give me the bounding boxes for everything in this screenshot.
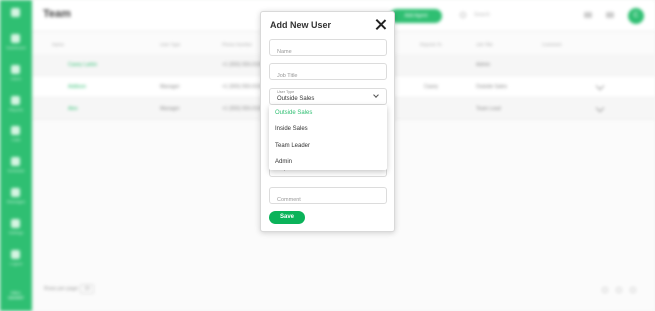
add-user-modal: Add New User User Type Outside Sales Out… <box>260 11 395 232</box>
schedule-icon <box>11 157 20 166</box>
sidebar-item-calls[interactable]: Calls <box>0 124 32 146</box>
dashboard-icon <box>11 34 20 43</box>
sidebar-item-dashboard[interactable] <box>0 6 32 28</box>
sidebar-item-reports[interactable]: Reports <box>0 94 32 116</box>
sidebar-item-users[interactable]: Users <box>0 63 32 85</box>
edit-icon[interactable] <box>595 103 605 113</box>
option-team-leader[interactable]: Team Leader <box>269 138 387 154</box>
page-title: Team <box>43 8 71 20</box>
sidebar-item-label: Schedule <box>7 168 25 173</box>
comment-field[interactable] <box>269 187 387 208</box>
row-job-title: Team Lead <box>476 106 501 112</box>
column-header[interactable]: Phone Number <box>222 42 252 47</box>
next-page-icon[interactable] <box>630 287 636 293</box>
row-job-title: Outside Sales <box>476 84 508 90</box>
modal-title: Add New User <box>270 20 332 30</box>
option-outside-sales[interactable]: Outside Sales <box>269 105 387 121</box>
row-phone: +1 (555) 555-0101 <box>222 84 264 90</box>
sidebar-item-settings[interactable]: Settings <box>0 217 32 239</box>
sidebar-item-label: Logout <box>9 261 23 266</box>
prev-page-icon[interactable] <box>616 287 622 293</box>
bell-icon[interactable] <box>606 12 614 18</box>
row-phone: +1 (555) 555-0102 <box>222 106 264 112</box>
dashboard-icon <box>11 8 20 17</box>
search-input[interactable]: Search <box>474 12 490 18</box>
row-reports-to: Casey <box>424 84 439 90</box>
user-type-label: User Type <box>277 90 295 94</box>
row-job-title: Admin <box>476 62 491 68</box>
column-header: Comment <box>542 42 562 47</box>
comment-input[interactable] <box>270 192 386 208</box>
sidebar-item-label: Messages <box>6 199 26 204</box>
close-icon[interactable] <box>375 19 386 30</box>
row-name[interactable]: Alex <box>68 106 78 112</box>
grid-icon[interactable] <box>584 12 592 18</box>
messages-icon <box>11 188 20 197</box>
edit-icon[interactable] <box>595 81 605 91</box>
column-header[interactable]: Name <box>52 42 64 47</box>
option-admin[interactable]: Admin <box>269 154 387 170</box>
rows-per-page-select[interactable]: 10 <box>80 284 94 294</box>
option-inside-sales[interactable]: Inside Sales <box>269 121 387 137</box>
job-title-field[interactable] <box>269 63 387 84</box>
search-icon <box>460 12 466 18</box>
rows-per-page-label: Rows per page: <box>44 286 80 292</box>
user-type-value: Outside Sales <box>277 96 315 102</box>
chevron-down-icon[interactable] <box>373 92 379 98</box>
user-type-dropdown: Outside Sales Inside Sales Team Leader A… <box>269 105 387 170</box>
sidebar-item-schedule[interactable]: Schedule <box>0 155 32 177</box>
name-field[interactable] <box>269 39 387 60</box>
column-header[interactable]: Job Title <box>476 42 493 47</box>
row-name[interactable]: Casey Larkin <box>68 62 97 68</box>
sidebar-item-label: Calls <box>11 137 21 142</box>
first-page-icon[interactable] <box>602 287 608 293</box>
avatar[interactable]: C <box>628 8 644 24</box>
sidebar-item-label: Dashboard <box>6 45 26 50</box>
reports-icon <box>11 96 20 105</box>
sidebar-item-label: Settings <box>8 230 24 235</box>
sidebar-item-logout[interactable]: Logout <box>0 248 32 270</box>
row-phone: +1 (555) 555-0100 <box>222 62 264 68</box>
name-input[interactable] <box>270 44 386 60</box>
column-header[interactable]: User Type <box>160 42 180 47</box>
user-type-select[interactable]: User Type Outside Sales <box>269 88 387 105</box>
sidebar: Dashboard Users Reports Calls Schedule M… <box>0 0 32 311</box>
calls-icon <box>11 126 20 135</box>
logout-icon <box>11 250 20 259</box>
brand-logo: CALL SAVANT <box>8 290 24 300</box>
sidebar-item-label: Users <box>10 76 22 81</box>
column-header[interactable]: Reports To <box>420 42 442 47</box>
add-agent-button[interactable]: Add Agent <box>390 9 442 23</box>
users-icon <box>11 65 20 74</box>
sidebar-item-label: Reports <box>8 107 23 112</box>
row-name[interactable]: Addison <box>68 84 86 90</box>
job-title-input[interactable] <box>270 68 386 84</box>
sidebar-item-messages[interactable]: Messages <box>0 186 32 208</box>
row-user-type: Manager <box>160 106 180 112</box>
save-button[interactable]: Save <box>269 211 305 224</box>
row-user-type: Manager <box>160 84 180 90</box>
sidebar-item-dashboard-full[interactable]: Dashboard <box>0 32 32 54</box>
settings-icon <box>11 219 20 228</box>
